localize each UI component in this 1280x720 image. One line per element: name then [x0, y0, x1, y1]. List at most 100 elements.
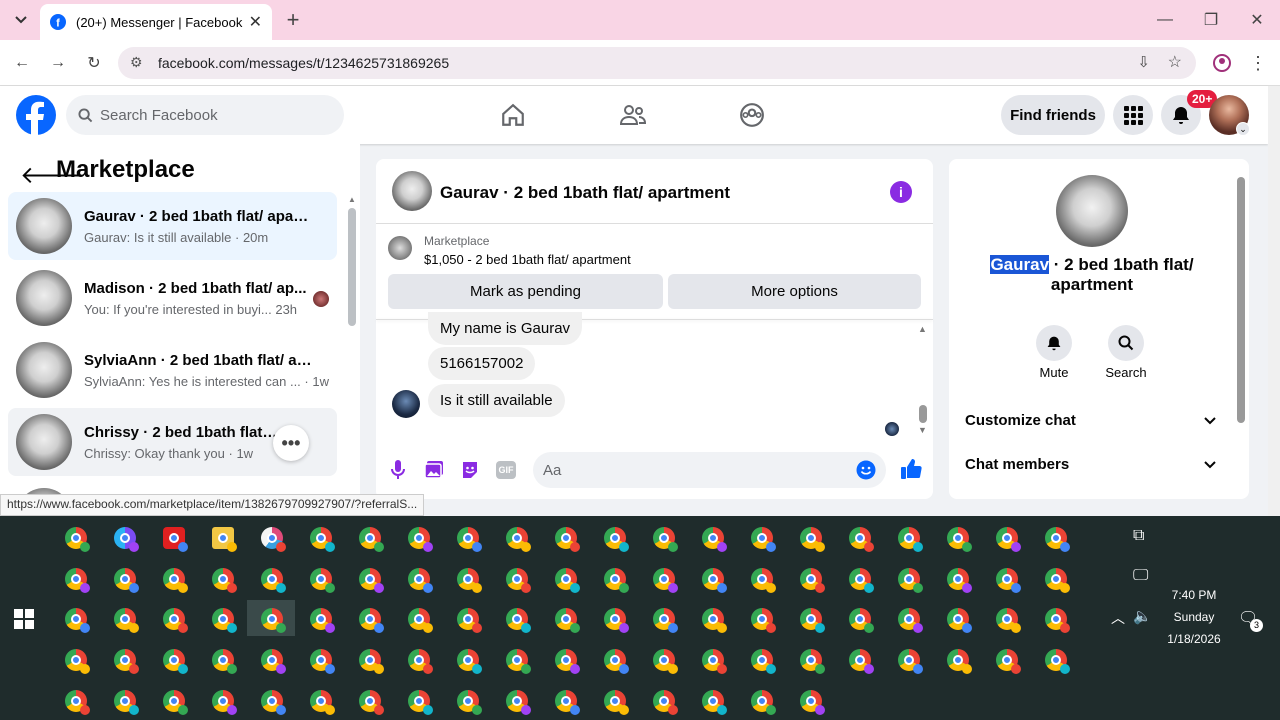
chrome-profile-icon[interactable] [506, 527, 531, 552]
chrome-profile-icon[interactable] [555, 527, 580, 552]
site-info-icon[interactable]: ⚙ [130, 54, 143, 71]
back-icon[interactable]: ← [7, 48, 37, 78]
more-options-button[interactable]: More options [668, 274, 921, 309]
chrome-profile-icon[interactable] [751, 527, 776, 552]
chrome-profile-icon[interactable] [359, 568, 384, 593]
chrome-profile-icon[interactable] [898, 608, 923, 633]
chrome-profile-icon[interactable] [604, 527, 629, 552]
chrome-profile-icon[interactable] [555, 690, 580, 715]
chrome-profile-icon[interactable] [702, 527, 727, 552]
forward-icon[interactable]: → [43, 48, 73, 78]
chrome-profile-icon[interactable] [751, 608, 776, 633]
chrome-profile-icon[interactable] [849, 649, 874, 674]
chrome-profile-icon[interactable] [751, 690, 776, 715]
message-composer-input[interactable]: Aa [533, 452, 886, 488]
chrome-profile-icon[interactable] [163, 690, 188, 715]
search-conversation-icon[interactable] [1108, 325, 1144, 361]
clock-day[interactable]: Sunday [1154, 610, 1234, 624]
groups-icon[interactable] [732, 95, 772, 135]
bookmark-star-icon[interactable]: ☆ [1168, 52, 1182, 72]
chrome-profile-icon[interactable] [457, 690, 482, 715]
chrome-profile-icon[interactable] [555, 649, 580, 674]
pinned-app-icon[interactable] [163, 527, 188, 552]
chrome-profile-icon[interactable] [996, 649, 1021, 674]
new-tab-icon[interactable]: + [278, 5, 308, 35]
chrome-profile-icon[interactable] [1045, 649, 1070, 674]
chrome-profile-icon[interactable] [996, 568, 1021, 593]
chrome-profile-icon[interactable] [800, 527, 825, 552]
chrome-profile-icon[interactable] [212, 690, 237, 715]
facebook-logo-icon[interactable] [16, 95, 56, 140]
minimize-icon[interactable]: — [1150, 5, 1180, 35]
conversation-item[interactable]: SylviaAnn · 2 bed 1bath flat/ apa... Syl… [8, 336, 337, 404]
chrome-profile-icon[interactable] [947, 649, 972, 674]
scroll-up-icon[interactable]: ▲ [348, 195, 356, 204]
chrome-profile-icon[interactable] [163, 649, 188, 674]
attach-photo-icon[interactable] [424, 460, 444, 485]
chrome-profile-icon[interactable] [114, 649, 139, 674]
home-icon[interactable] [493, 95, 533, 135]
profile-icon[interactable] [1207, 48, 1237, 78]
chrome-profile-icon[interactable] [604, 649, 629, 674]
tab-search-chevron-icon[interactable] [6, 5, 36, 35]
page-scrollbar[interactable] [1268, 86, 1280, 516]
chrome-profile-icon[interactable] [800, 649, 825, 674]
customize-chat-chevron-icon[interactable] [1204, 412, 1216, 428]
chrome-profile-icon[interactable] [163, 568, 188, 593]
friends-icon[interactable] [613, 95, 653, 135]
mark-as-pending-button[interactable]: Mark as pending [388, 274, 663, 309]
chrome-profile-icon[interactable] [702, 690, 727, 715]
clock-date[interactable]: 1/18/2026 [1154, 632, 1234, 646]
chrome-profile-icon[interactable] [310, 690, 335, 715]
voice-clip-icon[interactable] [390, 459, 406, 486]
chrome-profile-icon[interactable] [163, 608, 188, 633]
chrome-profile-icon[interactable] [653, 608, 678, 633]
chrome-profile-icon[interactable] [751, 649, 776, 674]
find-friends-button[interactable]: Find friends [1001, 95, 1105, 135]
account-chevron-icon[interactable]: ⌄ [1236, 122, 1250, 136]
more-options-icon[interactable]: ••• [273, 425, 309, 461]
pinned-app-icon[interactable] [212, 527, 237, 552]
mute-bell-icon[interactable] [1036, 325, 1072, 361]
customize-chat-row[interactable]: Customize chat [965, 412, 1076, 429]
chrome-profile-icon[interactable] [702, 649, 727, 674]
info-icon[interactable]: i [890, 181, 912, 203]
chrome-profile-icon[interactable] [114, 568, 139, 593]
chrome-profile-icon[interactable] [359, 608, 384, 633]
chrome-profile-icon[interactable] [653, 527, 678, 552]
chrome-profile-icon[interactable] [359, 690, 384, 715]
listing-price[interactable]: $1,050 - 2 bed 1bath flat/ apartment [424, 252, 631, 267]
sticker-icon[interactable] [460, 460, 480, 485]
show-hidden-icons-icon[interactable]: ︿ [1111, 608, 1125, 628]
reload-icon[interactable]: ↻ [79, 48, 109, 78]
chrome-profile-icon[interactable] [261, 649, 286, 674]
chrome-profile-icon[interactable] [702, 608, 727, 633]
menu-grid-icon[interactable] [1113, 95, 1153, 135]
clock-time[interactable]: 7:40 PM [1154, 588, 1234, 602]
chrome-profile-icon[interactable] [1045, 568, 1070, 593]
chrome-profile-icon[interactable] [310, 527, 335, 552]
chrome-profile-icon[interactable] [261, 608, 286, 633]
chrome-profile-icon[interactable] [898, 527, 923, 552]
chrome-profile-icon[interactable] [653, 690, 678, 715]
chrome-profile-icon[interactable] [408, 527, 433, 552]
chrome-profile-icon[interactable] [65, 527, 90, 552]
chrome-profile-icon[interactable] [604, 568, 629, 593]
chrome-profile-icon[interactable] [310, 568, 335, 593]
chrome-profile-icon[interactable] [506, 690, 531, 715]
details-scrollbar[interactable] [1237, 177, 1245, 423]
chat-title[interactable]: Gaurav · 2 bed 1bath flat/ apartment [440, 183, 730, 203]
chrome-profile-icon[interactable] [65, 649, 90, 674]
chrome-profile-icon[interactable] [212, 608, 237, 633]
left-scrollbar[interactable] [348, 208, 356, 326]
task-view-icon[interactable]: ⧉ [1133, 527, 1144, 545]
chrome-profile-icon[interactable] [408, 608, 433, 633]
restore-icon[interactable]: ❐ [1196, 5, 1226, 35]
conversation-item[interactable]: Gaurav · 2 bed 1bath flat/ apart... Gaur… [8, 192, 337, 260]
sender-avatar[interactable] [392, 390, 420, 418]
chrome-profile-icon[interactable] [996, 608, 1021, 633]
gif-icon[interactable]: GIF [496, 461, 516, 479]
network-icon[interactable]: 🖵 [1133, 567, 1148, 585]
browser-tab[interactable]: f (20+) Messenger | Facebook ✕ [40, 4, 272, 40]
chrome-profile-icon[interactable] [604, 608, 629, 633]
